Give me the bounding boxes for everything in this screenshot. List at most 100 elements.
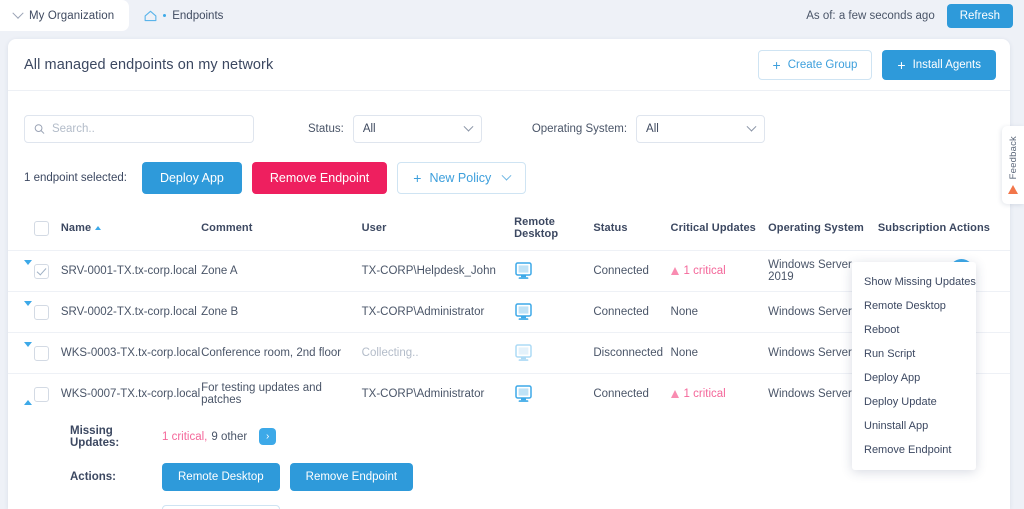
context-menu-item[interactable]: Show Missing Updates <box>852 270 976 294</box>
cell-user: TX-CORP\Administrator <box>362 374 514 415</box>
warning-triangle-icon <box>671 267 679 275</box>
expand-missing-updates-button[interactable]: › <box>259 428 276 445</box>
cell-status: Disconnected <box>593 333 670 374</box>
collapse-row-caret[interactable] <box>24 388 32 405</box>
refresh-button[interactable]: Refresh <box>947 4 1013 28</box>
search-input[interactable] <box>52 123 244 135</box>
install-agents-button[interactable]: + Install Agents <box>882 50 996 80</box>
col-name-label: Name <box>61 222 91 234</box>
cell-remote-desktop[interactable] <box>514 292 593 333</box>
cell-remote-desktop[interactable] <box>514 374 593 415</box>
expand-row-caret[interactable] <box>24 301 32 318</box>
row-checkbox[interactable] <box>34 346 49 361</box>
search-icon <box>34 123 45 135</box>
cell-expand[interactable] <box>8 251 34 292</box>
status-filter-label: Status: <box>308 123 344 135</box>
cell-name[interactable]: SRV-0001-TX.tx-corp.local <box>61 251 201 292</box>
detail-policy-buttons: + New Policy <box>162 505 280 509</box>
col-comment[interactable]: Comment <box>201 210 362 251</box>
cell-expand[interactable] <box>8 292 34 333</box>
col-operating-system[interactable]: Operating System <box>768 210 878 251</box>
col-name[interactable]: Name <box>61 210 201 251</box>
cell-comment: Zone B <box>201 292 362 333</box>
detail-row-policies: Policies: + New Policy <box>70 505 1010 509</box>
col-critical-updates[interactable]: Critical Updates <box>671 210 769 251</box>
chevron-down-icon <box>747 121 757 131</box>
new-policy-button[interactable]: + New Policy <box>397 162 526 194</box>
context-menu-item[interactable]: Deploy Update <box>852 390 976 414</box>
col-remote-desktop[interactable]: Remote Desktop <box>514 210 593 251</box>
cell-name[interactable]: SRV-0002-TX.tx-corp.local <box>61 292 201 333</box>
row-checkbox[interactable] <box>34 387 49 402</box>
selection-action-bar: 1 endpoint selected: Deploy App Remove E… <box>8 143 1010 194</box>
cell-critical-updates: 1 critical <box>671 374 769 415</box>
cell-expand[interactable] <box>8 374 34 415</box>
deploy-app-button[interactable]: Deploy App <box>142 162 242 194</box>
context-menu-item[interactable]: Reboot <box>852 318 976 342</box>
breadcrumb[interactable]: Endpoints <box>144 10 223 22</box>
os-filter: Operating System: All <box>532 115 765 143</box>
status-select[interactable]: All <box>353 115 482 143</box>
table-header: Name Comment User Remote Desktop Status … <box>8 210 1010 251</box>
missing-critical-count[interactable]: 1 critical, <box>162 431 207 443</box>
col-user[interactable]: User <box>362 210 514 251</box>
page-title: All managed endpoints on my network <box>24 57 273 73</box>
org-selector-tab[interactable]: My Organization <box>0 0 129 31</box>
detail-remove-endpoint-button[interactable]: Remove Endpoint <box>290 463 413 491</box>
col-select-all <box>34 210 60 251</box>
cell-remote-desktop[interactable] <box>514 251 593 292</box>
expand-row-caret[interactable] <box>24 260 32 277</box>
card-header-actions: + Create Group + Install Agents <box>758 50 996 80</box>
cell-critical-updates: None <box>671 292 769 333</box>
cell-comment: Zone A <box>201 251 362 292</box>
cell-select[interactable] <box>34 333 60 374</box>
critical-updates-value[interactable]: 1 critical <box>671 265 769 277</box>
critical-count-label: 1 critical <box>684 388 726 400</box>
context-menu-item[interactable]: Remote Desktop <box>852 294 976 318</box>
create-group-button[interactable]: + Create Group <box>758 50 873 80</box>
feedback-tab[interactable]: Feedback <box>1002 126 1024 204</box>
row-checkbox[interactable] <box>34 305 49 320</box>
critical-count-label: 1 critical <box>684 265 726 277</box>
context-menu-item[interactable]: Deploy App <box>852 366 976 390</box>
cell-expand[interactable] <box>8 333 34 374</box>
context-menu-item[interactable]: Uninstall App <box>852 414 976 438</box>
critical-updates-value[interactable]: 1 critical <box>671 388 769 400</box>
detail-remote-desktop-button[interactable]: Remote Desktop <box>162 463 280 491</box>
status-filter: Status: All <box>308 115 482 143</box>
row-checkbox[interactable] <box>34 264 49 279</box>
context-menu-item[interactable]: Run Script <box>852 342 976 366</box>
chevron-down-icon <box>12 7 23 18</box>
cell-name[interactable]: WKS-0007-TX.tx-corp.local <box>61 374 201 415</box>
remote-desktop-icon[interactable] <box>514 262 533 280</box>
cell-user: Collecting.. <box>362 333 514 374</box>
expand-row-caret[interactable] <box>24 342 32 359</box>
context-menu-item[interactable]: Remove Endpoint <box>852 438 976 462</box>
search-box[interactable] <box>24 115 254 143</box>
os-select[interactable]: All <box>636 115 765 143</box>
remote-desktop-icon[interactable] <box>514 385 533 403</box>
cell-select[interactable] <box>34 374 60 415</box>
cell-status: Connected <box>593 251 670 292</box>
org-tab-label: My Organization <box>29 10 114 22</box>
cell-remote-desktop[interactable] <box>514 333 593 374</box>
missing-other-count: 9 other <box>211 431 247 443</box>
cell-user: TX-CORP\Administrator <box>362 292 514 333</box>
breadcrumb-separator-dot <box>163 14 166 17</box>
cell-name[interactable]: WKS-0003-TX.tx-corp.local <box>61 333 201 374</box>
cell-select[interactable] <box>34 292 60 333</box>
cell-critical-updates: 1 critical <box>671 251 769 292</box>
remote-desktop-icon[interactable] <box>514 303 533 321</box>
remove-endpoint-button[interactable]: Remove Endpoint <box>252 162 387 194</box>
feedback-label: Feedback <box>1008 136 1019 179</box>
cell-select[interactable] <box>34 251 60 292</box>
cell-status: Connected <box>593 374 670 415</box>
detail-new-policy-button[interactable]: + New Policy <box>162 505 280 509</box>
critical-updates-value: None <box>671 306 699 318</box>
col-status[interactable]: Status <box>593 210 670 251</box>
col-subscription[interactable]: Subscription <box>878 210 949 251</box>
select-all-checkbox[interactable] <box>34 221 49 236</box>
card-header: All managed endpoints on my network + Cr… <box>8 39 1010 91</box>
remote-desktop-icon[interactable] <box>514 344 533 362</box>
user-value: Collecting.. <box>362 347 419 359</box>
